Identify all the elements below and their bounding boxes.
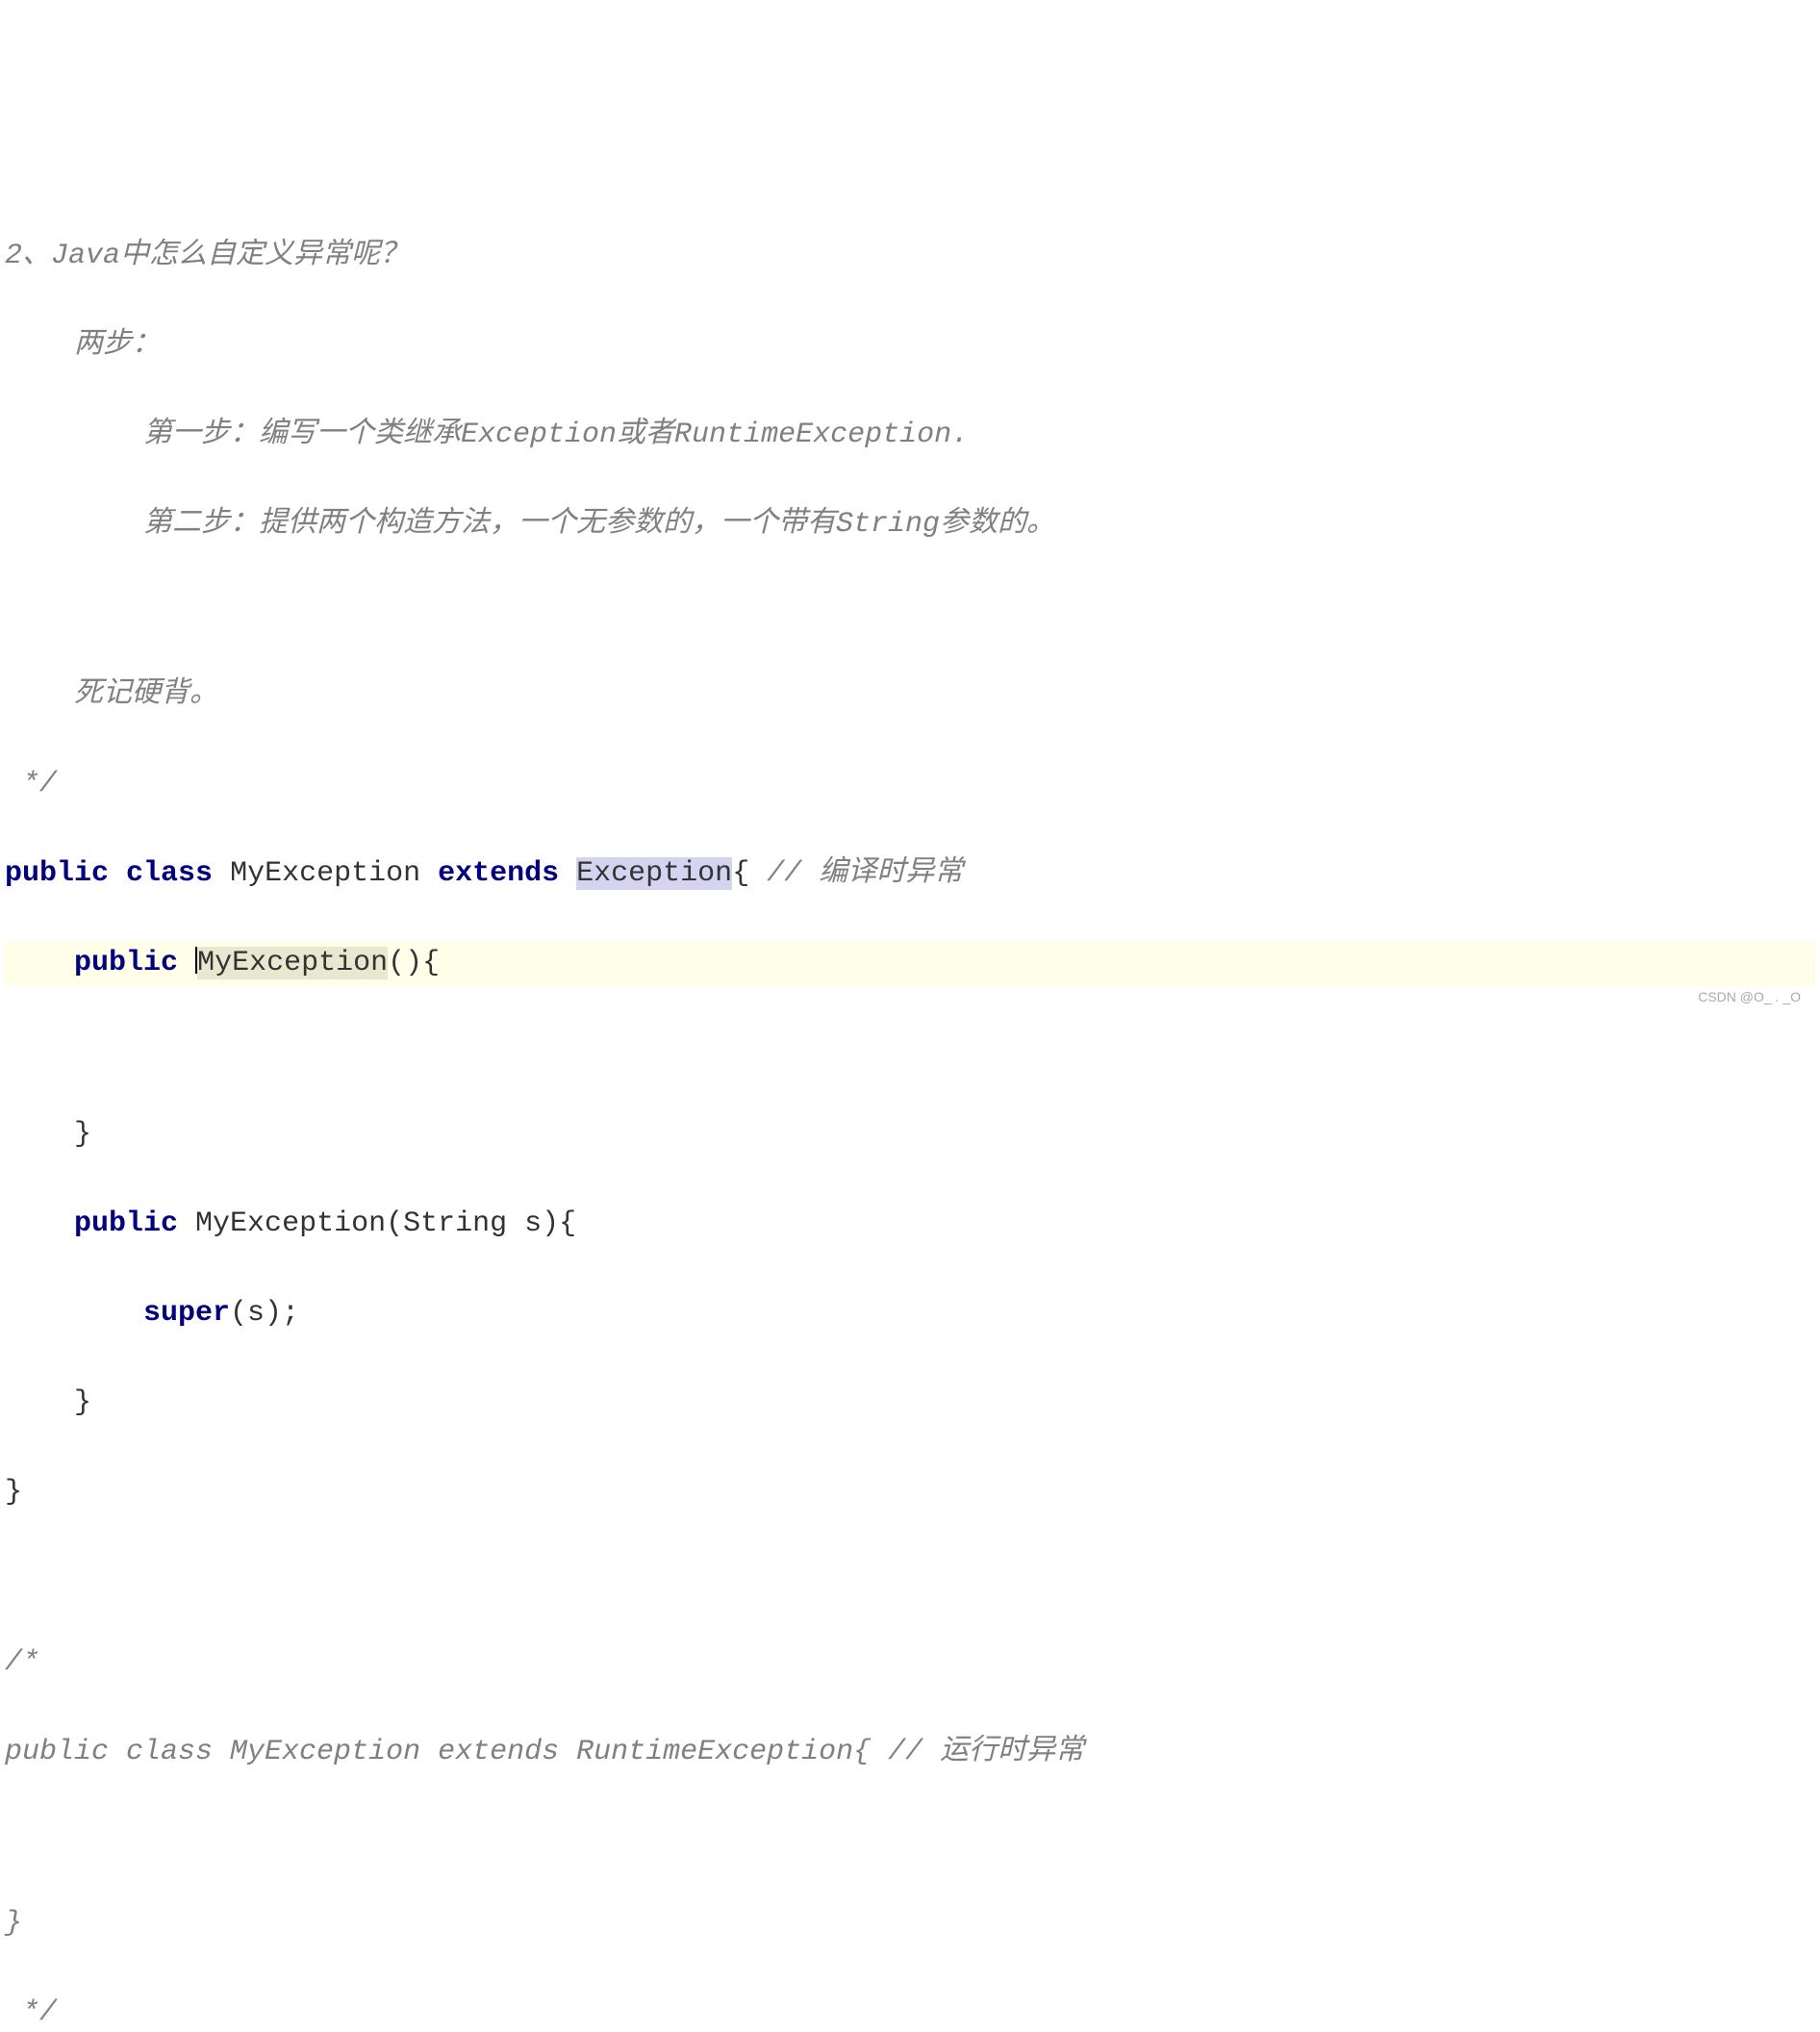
code-line-empty: [5, 1560, 1815, 1596]
code-line-comment: public class MyException extends Runtime…: [5, 1730, 1815, 1775]
code-line-comment: */: [5, 1991, 1815, 2032]
keyword-super: super: [143, 1297, 230, 1330]
code-line-comment: 第二步：提供两个构造方法，一个无参数的，一个带有String参数的。: [5, 502, 1815, 547]
space: [559, 857, 576, 890]
code-line: public MyException(String s){: [5, 1202, 1815, 1247]
code-line-empty: [5, 592, 1815, 628]
space: [178, 947, 195, 979]
code-line-comment: /*: [5, 1640, 1815, 1686]
code-line-comment: }: [5, 1901, 1815, 1946]
watermark: CSDN @O_ . _O: [1698, 987, 1801, 1008]
code-editor[interactable]: 2、Java中怎么自定义异常呢？ 两步： 第一步：编写一个类继承Exceptio…: [0, 179, 1820, 2032]
keyword-public: public: [5, 857, 109, 890]
code-line: super(s);: [5, 1291, 1815, 1336]
selected-text: Exception: [576, 857, 732, 890]
code-line-comment: 两步：: [5, 323, 1815, 368]
brace: {: [732, 857, 767, 890]
inline-comment: // 编译时异常: [767, 857, 963, 890]
code-line-empty: [5, 1030, 1815, 1067]
code-line: }: [5, 1470, 1815, 1515]
cursor-icon: [195, 947, 197, 974]
code-line: public class MyException extends Excepti…: [5, 851, 1815, 897]
keyword-extends: extends: [438, 857, 559, 890]
code-line-comment: 2、Java中怎么自定义异常呢？: [5, 234, 1815, 279]
call-args: (s);: [230, 1297, 299, 1330]
indent: [5, 947, 74, 979]
code-line-comment: */: [5, 762, 1815, 807]
keyword-public: public: [74, 1207, 178, 1240]
constructor-name: MyException: [197, 947, 388, 979]
code-line: }: [5, 1381, 1815, 1426]
code-line-active: public MyException(){: [5, 941, 1815, 986]
code-line-empty: [5, 1819, 1815, 1856]
indent: [5, 1297, 143, 1330]
keyword-public: public: [74, 947, 178, 979]
keyword-class: class: [126, 857, 213, 890]
code-line-comment: 第一步：编写一个类继承Exception或者RuntimeException.: [5, 413, 1815, 458]
code-line-comment: 死记硬背。: [5, 673, 1815, 718]
code-line: }: [5, 1112, 1815, 1157]
indent: [5, 1207, 74, 1240]
parentheses: (){: [388, 947, 440, 979]
constructor-signature: MyException(String s){: [178, 1207, 576, 1240]
class-name: MyException: [213, 857, 438, 890]
